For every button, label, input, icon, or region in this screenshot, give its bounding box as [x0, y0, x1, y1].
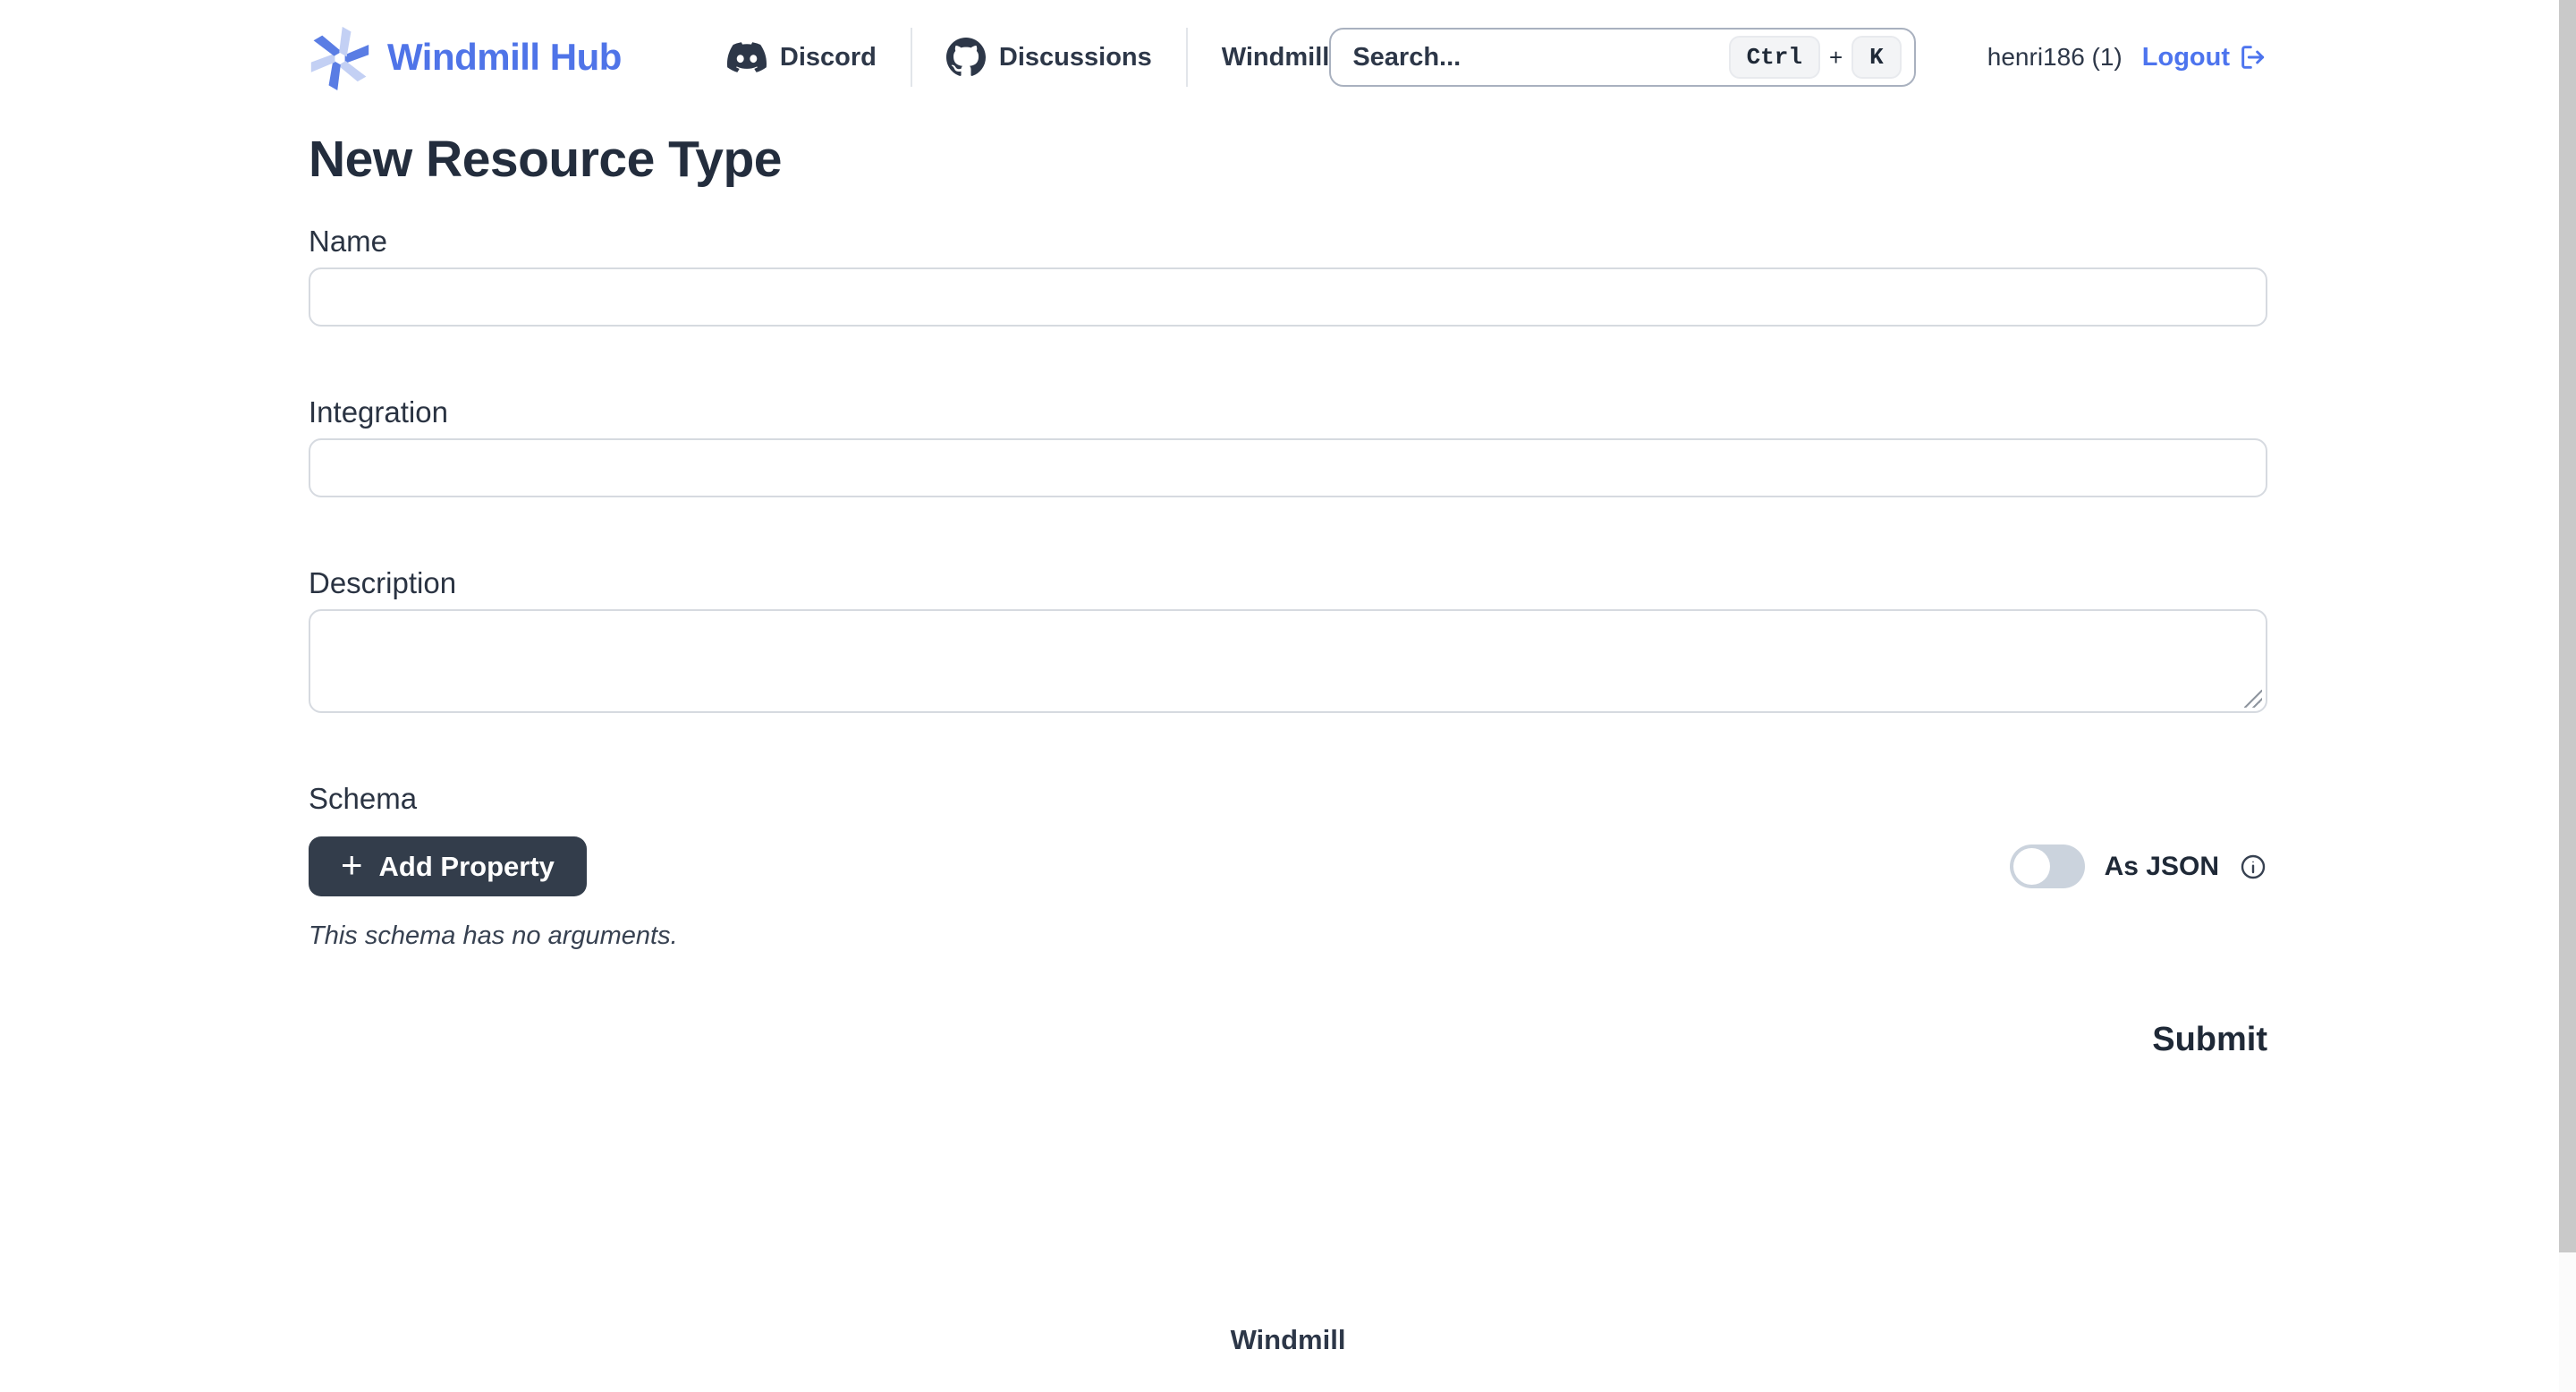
footer-windmill-link[interactable]: Windmill [1231, 1324, 1346, 1355]
windmill-logo-icon [309, 20, 371, 95]
nav-item-label: Discord [780, 43, 877, 72]
nav-item-discussions[interactable]: Discussions [946, 38, 1152, 77]
add-property-label: Add Property [379, 851, 555, 883]
integration-field[interactable] [309, 438, 2267, 497]
main-nav: Discord Discussions Windmill [727, 28, 1329, 87]
as-json-label: As JSON [2105, 852, 2219, 882]
schema-label: Schema [309, 781, 2267, 817]
toggle-knob [2013, 848, 2050, 885]
info-icon[interactable] [2239, 853, 2267, 881]
main-content: New Resource Type Name Integration Descr… [309, 134, 2267, 1059]
add-property-button[interactable]: + Add Property [309, 836, 587, 896]
description-field[interactable] [309, 609, 2267, 713]
as-json-group: As JSON [2010, 845, 2267, 888]
scrollbar-thumb[interactable] [2559, 0, 2576, 1252]
nav-item-label: Windmill [1222, 43, 1330, 72]
kbd-k: K [1852, 36, 1902, 79]
nav-item-discord[interactable]: Discord [727, 38, 877, 77]
page-title: New Resource Type [309, 134, 2267, 184]
as-json-toggle[interactable] [2010, 845, 2085, 888]
logout-link[interactable]: Logout [2142, 43, 2267, 72]
plus-icon: + [341, 846, 363, 884]
description-label: Description [309, 565, 2267, 601]
scrollbar-track[interactable] [2559, 0, 2576, 1392]
submit-button[interactable]: Submit [2152, 1021, 2267, 1059]
user-area: henri186 (1) Logout [1987, 43, 2267, 72]
kbd-ctrl: Ctrl [1729, 36, 1820, 79]
footer: Windmill [0, 1324, 2576, 1356]
nav-item-windmill[interactable]: Windmill [1222, 43, 1330, 72]
brand-logo[interactable]: Windmill Hub [309, 20, 622, 95]
schema-empty-text: This schema has no arguments. [309, 921, 2267, 951]
logout-icon [2239, 43, 2267, 72]
header: Windmill Hub Discord Discussions Windmil… [309, 0, 2267, 95]
name-field[interactable] [309, 267, 2267, 327]
schema-toolbar: + Add Property As JSON [309, 836, 2267, 896]
submit-row: Submit [309, 1021, 2267, 1059]
brand-title: Windmill Hub [387, 36, 622, 79]
name-label: Name [309, 224, 2267, 259]
nav-divider [911, 28, 912, 87]
textarea-resize-handle[interactable] [2244, 690, 2262, 708]
kbd-plus-separator: + [1829, 44, 1843, 72]
github-icon [946, 38, 986, 77]
search-box[interactable]: Ctrl + K [1329, 28, 1915, 87]
username: henri186 (1) [1987, 43, 2123, 72]
discord-icon [727, 38, 767, 77]
nav-divider [1186, 28, 1188, 87]
search-input[interactable] [1352, 43, 1728, 72]
logout-label: Logout [2142, 43, 2230, 72]
integration-label: Integration [309, 395, 2267, 430]
nav-item-label: Discussions [999, 43, 1152, 72]
